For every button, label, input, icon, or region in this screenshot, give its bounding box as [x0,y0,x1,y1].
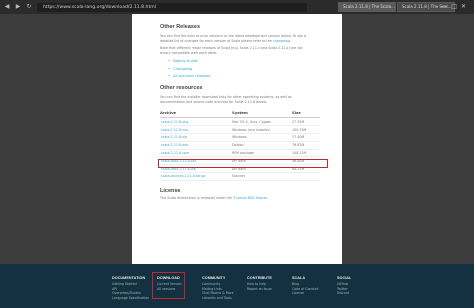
footer-link[interactable]: Report an Issue [247,287,292,292]
footer-link[interactable]: Discord [337,291,382,296]
cell-size: 76.82M [292,141,320,150]
browser-toolbar: ◀ ▶ ↻ https://www.scala-lang.org/downloa… [0,0,474,14]
table-row: scala-2.11.8.deb Debian 76.82M [160,141,320,150]
other-resources-heading: Other resources [160,85,203,92]
license-heading: License [160,187,181,194]
cell-size: 27.40M [292,133,320,142]
release-links: Nightly builds Changelog All previous re… [168,58,314,80]
table-row: scala-2.11.8.msi Windows (msi installer) 1… [160,125,320,135]
footer-column-title: CONTRIBUTE [247,276,272,280]
cell-system: RPM package [232,149,292,158]
browser-tab[interactable]: Scala 2.11.8 | The Scala... [338,2,396,12]
footer-column: SOCIAL GitHub Twitter Discord [337,276,382,308]
archive-link[interactable]: scala-sources-2.11.8.tar.gz [160,172,232,181]
page-margin-right [342,14,474,264]
archive-link[interactable]: scala-2.11.8.deb [160,141,232,150]
changelog-link[interactable]: changelog [273,39,290,43]
window-controls[interactable]: —□✕ [441,3,470,10]
cell-size: 108.11M [292,149,320,158]
compat-note: Note that different major releases of Sc… [160,46,303,55]
selected-row-highlight [158,159,328,168]
cell-size [292,172,320,181]
cell-system: Sources [232,172,292,181]
cell-size: 109.35M [292,125,320,135]
reload-icon[interactable]: ↻ [25,3,33,11]
footer-column-title: COMMUNITY [202,276,226,280]
nightly-builds-link[interactable]: Nightly builds [168,58,314,65]
column-archive: Archive [160,109,232,119]
cell-system: Windows (msi installer) [232,125,292,135]
tab-strip: Scala 2.11.8 | The Scala... Scala 2.11.8… [338,2,456,12]
footer-column-title: SOCIAL [337,276,352,280]
forward-icon[interactable]: ▶ [14,3,22,11]
page-margin-left [0,14,132,264]
resources-text: You can find the installer download link… [160,95,292,104]
footer-link[interactable]: License [292,291,337,296]
footer-column-title: DOCUMENTATION [112,276,146,280]
table-row: scala-2.11.8.pkg Mac OS X, Unix, Cygwin 27… [160,117,320,127]
site-footer: DOCUMENTATION Getting Started API Overviews… [0,264,474,308]
main-content: Other Releases You can find the links to… [132,14,342,264]
archive-link[interactable]: scala-2.11.8.msi [160,125,232,135]
license-section: License The Scala distribution is releas… [160,188,314,201]
archive-link[interactable]: scala-2.11.8.zip [160,133,232,142]
footer-link[interactable]: Libraries and Tools [202,296,247,301]
back-icon[interactable]: ◀ [3,3,11,11]
releases-text: You can find the links to prior versions… [160,34,307,43]
table-row: scala-sources-2.11.8.tar.gz Sources [160,172,320,181]
cell-size: 27.35M [292,117,320,127]
page-viewport: Other Releases You can find the links to… [0,14,474,308]
table-row: scala-2.11.8.zip Windows 27.40M [160,133,320,142]
other-releases-heading: Other Releases [160,24,201,30]
downloads-table: Archive System Size scala-2.11.8.pkg Mac … [160,109,320,181]
archive-link[interactable]: scala-2.11.8.rpm [160,149,232,158]
footer-column-title: SCALA [292,276,306,280]
archive-link[interactable]: scala-2.11.8.pkg [160,117,232,127]
address-bar[interactable]: https://www.scala-lang.org/download/2.11… [37,2,307,12]
footer-column: DOCUMENTATION Getting Started API Overviews… [112,276,157,308]
table-row: scala-2.11.8.rpm RPM package 108.11M [160,149,320,158]
column-size: Size [292,109,320,119]
license-text: The Scala distribution is released under… [160,195,269,200]
footer-column: COMMUNITY Community Mailing Lists Chat Room… [202,276,247,308]
all-releases-link[interactable]: All previous releases [168,73,314,80]
cell-system: Debian [232,141,292,150]
cell-system: Mac OS X, Unix, Cygwin [232,117,292,127]
cell-system: Windows [232,133,292,142]
footer-column: SCALA Blog Code of Conduct License [292,276,337,308]
footer-link[interactable]: Language Specification [112,296,157,301]
column-system: System [232,109,292,119]
download-section-highlight [152,272,185,299]
footer-column: CONTRIBUTE How to help Report an Issue [247,276,292,308]
changelog-list-link[interactable]: Changelog [168,66,314,73]
bsd-license-link[interactable]: 3-clause BSD license [233,196,267,200]
